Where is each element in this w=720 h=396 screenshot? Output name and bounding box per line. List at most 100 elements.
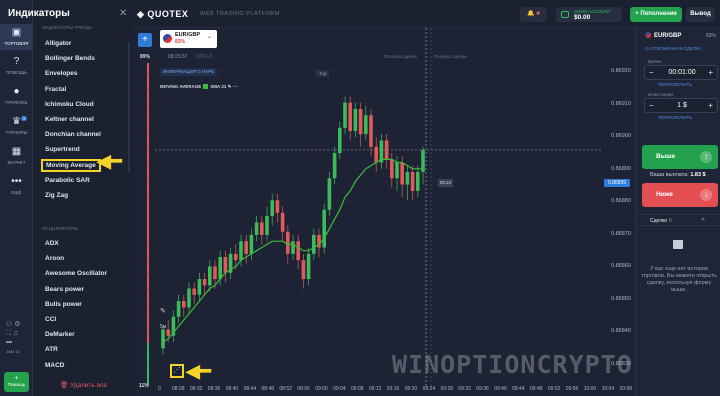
wallet-icon (561, 11, 569, 18)
payout: Ваша выплата: 1.83 $ (650, 172, 706, 178)
chevron-right-icon: › (146, 85, 149, 93)
time-switch-link[interactable]: ПЕРЕКЛЮЧИТЬ (658, 82, 692, 87)
candle-body (197, 279, 202, 295)
indicator-item[interactable]: ADX › (45, 240, 153, 247)
indicator-item[interactable]: Bears power › (45, 286, 153, 293)
rail-item-market[interactable]: ▦ МАРКЕТ (0, 146, 33, 168)
price-tick-label: 0.86870 (611, 230, 631, 237)
close-line-label: Покупка сделки (384, 54, 417, 59)
chevron-right-icon: › (146, 100, 149, 108)
candle-body (390, 159, 394, 179)
deposit-button[interactable]: + Пополнение (630, 7, 682, 22)
indicator-item[interactable]: Envelopes › (45, 70, 153, 77)
timeframe-icon[interactable]: 5м (160, 324, 166, 330)
rail-bottom-icons: ⚇ ⚙ ⛶ ♫ ▬ JAM 13 (6, 320, 28, 356)
indicator-legend[interactable]: MOVING AVERAGE SMA 21 ✎ ⋯ (160, 84, 237, 90)
indicator-item[interactable]: Bulls power › (45, 301, 153, 308)
rail-item-more[interactable]: ••• ЕЩЁ (0, 176, 33, 198)
delete-all-button[interactable]: 🗑 Удалить все (60, 381, 107, 389)
candle-body (239, 241, 243, 261)
notifications-button[interactable]: 🔔 ■ (520, 7, 547, 22)
rail-item-help[interactable]: ? ПОМОЩЬ (0, 56, 33, 78)
indicator-item[interactable]: Alligator › (45, 40, 153, 47)
chevron-right-icon: › (146, 176, 149, 184)
withdraw-button[interactable]: Вывод (686, 7, 715, 22)
time-tick-label: 09:16 (386, 386, 400, 392)
rail-item-trading[interactable]: ▣ ТОРГОВЛЯ (0, 24, 33, 50)
indicator-item[interactable]: Aroon › (45, 255, 153, 262)
time-tick-label: 09:04 (333, 386, 346, 392)
chevron-right-icon: › (146, 316, 149, 323)
time-tick-label: 09:48 (530, 386, 543, 392)
rail-item-label: МАРКЕТ (7, 160, 26, 165)
balance-button[interactable]: DEMO ACCOUNT $0.00 (556, 7, 622, 22)
candle-body (275, 200, 280, 213)
indicator-item[interactable]: Zig Zag › (45, 192, 153, 199)
flag-icon: ■ (536, 11, 540, 17)
candle-body (254, 222, 259, 235)
time-stepper[interactable]: − 00:01:00 + (644, 65, 718, 80)
current-price: 0.86899 (604, 179, 630, 187)
indicators-tool-icon[interactable]: ⋰ (170, 364, 184, 378)
left-rail: ▣ ТОРГОВЛЯ ? ПОМОЩЬ ● ПРОФИЛЬ ♛ 3 ТУРНИР… (0, 0, 33, 396)
indicator-item[interactable]: Ichimoku Cloud › (45, 101, 153, 108)
rail-item-tournaments[interactable]: ♛ 3 ТУРНИРЫ (0, 116, 33, 138)
price-tick-label: 0.86920 (611, 68, 631, 74)
candle-body (260, 222, 264, 235)
candle-body (202, 279, 207, 286)
close-icon[interactable]: ✕ (701, 217, 705, 223)
indicator-item[interactable]: Bollinger Bends › (45, 55, 153, 62)
flag-icon[interactable]: ▬ (6, 338, 28, 347)
price-tick-label: 0.86860 (611, 263, 631, 269)
indicator-item[interactable]: Donchian channel › (45, 131, 153, 138)
deals-count: 0 (669, 218, 672, 224)
candle-body (265, 216, 269, 235)
amount-switch-link[interactable]: ПЕРЕКЛЮЧИТЬ (658, 115, 692, 120)
plus-icon[interactable]: + (708, 101, 713, 110)
help-icon: ? (13, 56, 20, 67)
time-label: Время (648, 59, 662, 64)
time-tick-label: 09:28 (440, 386, 454, 392)
more-icon[interactable]: ⋯ (233, 84, 238, 89)
asset-selector[interactable]: EUR/GBP 83% ⌄ (160, 30, 217, 48)
close-icon[interactable]: ✕ (119, 8, 127, 19)
time-tick-label: 08:28 (172, 386, 185, 392)
time-tick-label: 09:24 (422, 386, 436, 392)
currency-flag-icon (645, 32, 651, 38)
deals-header: Сделки 0 ✕ (636, 214, 720, 226)
tournament-badge: 3 (20, 116, 27, 121)
indicator-item[interactable]: Moving Average › (41, 158, 153, 172)
indicator-item[interactable]: Keltner channel › (45, 116, 153, 123)
indicator-item[interactable]: DeMarker › (45, 331, 153, 338)
indicator-item[interactable]: CCI › (45, 316, 153, 323)
arrow-up-icon: ↑ (700, 151, 712, 163)
trade-asset-payout: 83% (706, 33, 717, 39)
candle-body (192, 288, 196, 295)
rail-item-profile[interactable]: ● ПРОФИЛЬ (0, 86, 33, 108)
indicator-item[interactable]: MACD › (45, 362, 153, 369)
section-oscillators: ОСЦИЛЛЯТОРЫ (42, 226, 78, 231)
up-button[interactable]: Выше ↑ (642, 145, 718, 169)
indicator-item[interactable]: Supertrend › (45, 146, 153, 153)
currency-flag-icon (163, 34, 172, 43)
amount-stepper[interactable]: − 1 $ + (644, 98, 718, 113)
down-button[interactable]: Ниже ↓ (642, 183, 718, 207)
candle-body (208, 266, 212, 286)
fullscreen-icon[interactable]: ⛶ ♫ (6, 329, 28, 338)
indicator-item[interactable]: Parabolic SAR › (45, 177, 153, 184)
indicator-item[interactable]: Awesome Oscillator › (45, 270, 153, 277)
help-button[interactable]: + Помощь (4, 372, 29, 392)
people-icon[interactable]: ⚇ ⚙ (6, 320, 28, 329)
indicator-item[interactable]: ATR › (45, 346, 153, 353)
deals-title[interactable]: Сделки (650, 218, 667, 224)
balance-value: $0.00 (574, 14, 591, 21)
indicator-item[interactable]: Fractal › (45, 86, 153, 93)
pencil-icon[interactable]: ✎ (160, 307, 166, 315)
chevron-right-icon: › (146, 40, 149, 47)
candle-body (218, 257, 222, 280)
pending-trade-link[interactable]: ◷ ОТЛОЖЕННАЯ СДЕЛКА (645, 46, 702, 52)
time-tick-label: 10:04 (601, 386, 615, 392)
pair-info-badge[interactable]: ИНФОРМАЦИЯ О ПАРЕ (160, 68, 218, 76)
candle-body (187, 288, 191, 308)
plus-icon[interactable]: + (708, 68, 713, 77)
